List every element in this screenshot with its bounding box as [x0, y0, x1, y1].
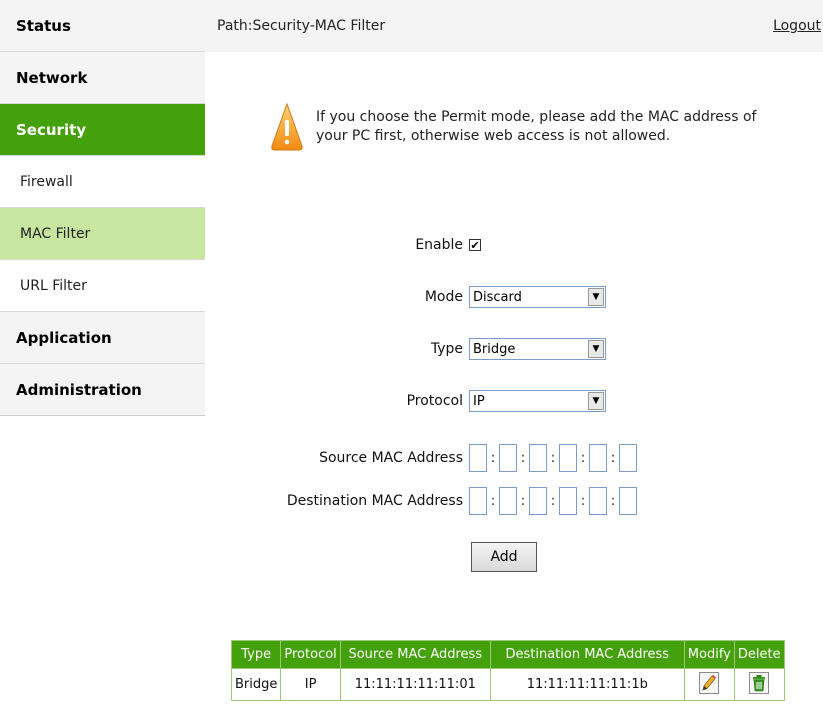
sidebar-item-label: URL Filter	[20, 277, 87, 294]
sidebar-item-status[interactable]: Status	[0, 0, 205, 52]
source-mac-octet-4[interactable]	[559, 444, 577, 472]
table-header-protocol: Protocol	[280, 640, 341, 669]
dropdown-arrow-icon: ▼	[588, 392, 604, 410]
dropdown-arrow-icon: ▼	[588, 340, 604, 358]
pencil-edit-icon	[699, 671, 720, 694]
cell-modify	[683, 668, 735, 701]
dest-mac-input: : : : : :	[469, 487, 637, 515]
table-header-row: Type Protocol Source MAC Address Destina…	[230, 640, 785, 669]
header-bar: Path:Security-MAC Filter Logout	[205, 0, 823, 52]
sidebar-item-administration[interactable]: Administration	[0, 364, 205, 416]
mac-separator: :	[580, 493, 586, 509]
cell-protocol: IP	[280, 668, 341, 701]
protocol-select-value: IP	[473, 393, 485, 409]
mac-separator: :	[610, 493, 616, 509]
delete-button[interactable]	[749, 671, 770, 694]
mac-separator: :	[490, 493, 496, 509]
table-header-source-mac: Source MAC Address	[339, 640, 491, 669]
table-header-delete: Delete	[733, 640, 785, 669]
table-header-modify: Modify	[683, 640, 735, 669]
sidebar-item-label: Status	[16, 16, 71, 35]
source-mac-octet-1[interactable]	[469, 444, 487, 472]
sidebar-item-mac-filter[interactable]: MAC Filter	[0, 208, 205, 260]
source-mac-octet-2[interactable]	[499, 444, 517, 472]
mode-select[interactable]: Discard ▼	[469, 286, 606, 308]
mac-separator: :	[610, 450, 616, 466]
warning-icon	[271, 102, 303, 151]
sidebar-item-label: Security	[16, 120, 87, 139]
breadcrumb: Path:Security-MAC Filter	[217, 18, 386, 34]
notice-text: If you choose the Permit mode, please ad…	[316, 108, 756, 146]
mac-separator: :	[550, 493, 556, 509]
sidebar-item-label: MAC Filter	[20, 225, 91, 242]
type-label: Type	[430, 341, 463, 357]
mac-separator: :	[520, 493, 526, 509]
protocol-row: Protocol IP ▼	[205, 386, 823, 416]
source-mac-input: : : : : :	[469, 444, 637, 472]
table-row: Bridge IP 11:11:11:11:11:01 11:11:11:11:…	[230, 668, 785, 701]
dest-mac-row: Destination MAC Address : : : : :	[205, 486, 823, 516]
sidebar-item-label: Firewall	[20, 173, 73, 190]
sidebar-item-label: Application	[16, 328, 112, 347]
mode-row: Mode Discard ▼	[205, 282, 823, 312]
cell-source-mac: 11:11:11:11:11:01	[339, 668, 491, 701]
dest-mac-octet-3[interactable]	[529, 487, 547, 515]
source-mac-label: Source MAC Address	[319, 450, 463, 466]
sidebar-item-security[interactable]: Security	[0, 104, 205, 156]
type-row: Type Bridge ▼	[205, 334, 823, 364]
sidebar-item-firewall[interactable]: Firewall	[0, 156, 205, 208]
enable-label: Enable	[415, 237, 463, 253]
source-mac-octet-5[interactable]	[589, 444, 607, 472]
enable-checkbox[interactable]: ✔	[469, 239, 481, 251]
dropdown-arrow-icon: ▼	[588, 288, 604, 306]
dest-mac-octet-5[interactable]	[589, 487, 607, 515]
mode-label: Mode	[424, 289, 463, 305]
dest-mac-octet-1[interactable]	[469, 487, 487, 515]
notice-line-2: your PC first, otherwise web access is n…	[316, 128, 671, 144]
enable-row: Enable ✔	[205, 230, 823, 260]
mac-separator: :	[580, 450, 586, 466]
sidebar-item-url-filter[interactable]: URL Filter	[0, 260, 205, 312]
mac-separator: :	[520, 450, 526, 466]
table-header-dest-mac: Destination MAC Address	[489, 640, 685, 669]
sidebar-item-application[interactable]: Application	[0, 312, 205, 364]
dest-mac-octet-2[interactable]	[499, 487, 517, 515]
mode-select-value: Discard	[473, 289, 522, 305]
sidebar-item-label: Network	[16, 68, 88, 87]
notice: If you choose the Permit mode, please ad…	[270, 102, 790, 152]
check-mark-icon: ✔	[470, 238, 480, 252]
type-select-value: Bridge	[473, 341, 516, 357]
dest-mac-octet-4[interactable]	[559, 487, 577, 515]
logout-link[interactable]: Logout	[773, 18, 821, 34]
cell-type: Bridge	[230, 668, 282, 701]
modify-button[interactable]	[699, 671, 720, 694]
source-mac-octet-3[interactable]	[529, 444, 547, 472]
dest-mac-label: Destination MAC Address	[286, 493, 463, 509]
type-select[interactable]: Bridge ▼	[469, 338, 606, 360]
source-mac-row: Source MAC Address : : : : :	[205, 443, 823, 473]
source-mac-octet-6[interactable]	[619, 444, 637, 472]
mac-separator: :	[490, 450, 496, 466]
notice-line-1: If you choose the Permit mode, please ad…	[316, 109, 757, 125]
sidebar-item-label: Administration	[16, 380, 142, 399]
add-button[interactable]: Add	[471, 542, 537, 572]
table-header-type: Type	[230, 640, 282, 669]
mac-separator: :	[550, 450, 556, 466]
dest-mac-octet-6[interactable]	[619, 487, 637, 515]
sidebar-item-network[interactable]: Network	[0, 52, 205, 104]
trash-icon	[749, 671, 770, 694]
protocol-select[interactable]: IP ▼	[469, 390, 606, 412]
sidebar: Status Network Security Firewall MAC Fil…	[0, 0, 205, 416]
cell-delete	[733, 668, 785, 701]
protocol-label: Protocol	[406, 393, 463, 409]
cell-dest-mac: 11:11:11:11:11:1b	[489, 668, 685, 701]
mac-filter-table: Type Protocol Source MAC Address Destina…	[230, 640, 785, 701]
